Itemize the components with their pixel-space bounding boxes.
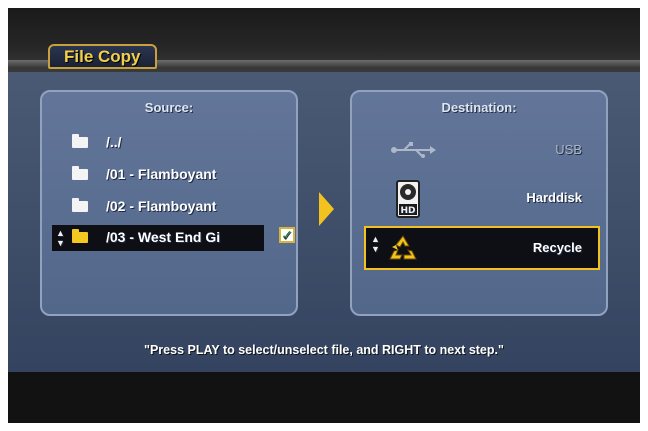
bottom-bar: [8, 372, 640, 423]
title-tab: File Copy: [48, 44, 157, 69]
media-player-screen: File Copy Source: /../ /01 - Flamboyant …: [8, 8, 640, 423]
destination-item-label: USB: [555, 142, 582, 157]
folder-icon: [72, 166, 88, 180]
source-item-label: /02 - Flamboyant: [106, 198, 217, 214]
up-arrow-icon: ▲: [371, 234, 380, 244]
checkbox-checked[interactable]: ✓: [279, 227, 295, 243]
source-item-parent[interactable]: /../: [52, 130, 288, 156]
source-item-label: /01 - Flamboyant: [106, 166, 217, 182]
source-pane: Source: /../ /01 - Flamboyant /02 - Flam…: [40, 90, 298, 316]
source-item-01-flamboyant[interactable]: /01 - Flamboyant: [52, 162, 288, 188]
destination-item-label: Harddisk: [526, 190, 582, 205]
destination-header: Destination:: [441, 100, 517, 115]
down-arrow-icon: ▼: [371, 244, 380, 254]
up-down-arrows-icon: ▲ ▼: [371, 234, 380, 254]
destination-item-label: Recycle: [532, 240, 582, 255]
usb-icon: [391, 142, 436, 158]
destination-item-usb[interactable]: USB: [362, 128, 598, 172]
source-item-03-west-end-selected[interactable]: ▲ ▼ /03 - West End Gi ✓: [52, 225, 295, 251]
up-down-arrows-icon: ▲ ▼: [56, 228, 65, 248]
next-step-arrow-icon: [319, 192, 334, 226]
instruction-hint: "Press PLAY to select/unselect file, and…: [144, 343, 504, 357]
source-item-label: /03 - West End Gi: [106, 229, 221, 245]
folder-icon: [72, 134, 88, 148]
main-panel: Source: /../ /01 - Flamboyant /02 - Flam…: [8, 72, 640, 372]
source-item-label: /../: [106, 134, 122, 150]
source-item-02-flamboyant[interactable]: /02 - Flamboyant: [52, 194, 288, 220]
destination-item-recycle-selected[interactable]: ▲ ▼ Recycle: [364, 226, 600, 270]
source-header: Source:: [144, 100, 194, 115]
title-bar: File Copy: [8, 8, 640, 72]
up-arrow-icon: ▲: [56, 228, 65, 238]
svg-text:HD: HD: [400, 206, 415, 216]
harddisk-icon: HD: [396, 180, 420, 218]
recycle-icon: [389, 235, 417, 260]
page-title: File Copy: [64, 47, 141, 66]
destination-pane: Destination: USB HD Harddisk ▲ ▼ Recycle: [350, 90, 608, 316]
down-arrow-icon: ▼: [56, 238, 65, 248]
destination-item-harddisk[interactable]: HD Harddisk: [362, 176, 598, 220]
folder-icon: [72, 229, 88, 243]
folder-icon: [72, 198, 88, 212]
